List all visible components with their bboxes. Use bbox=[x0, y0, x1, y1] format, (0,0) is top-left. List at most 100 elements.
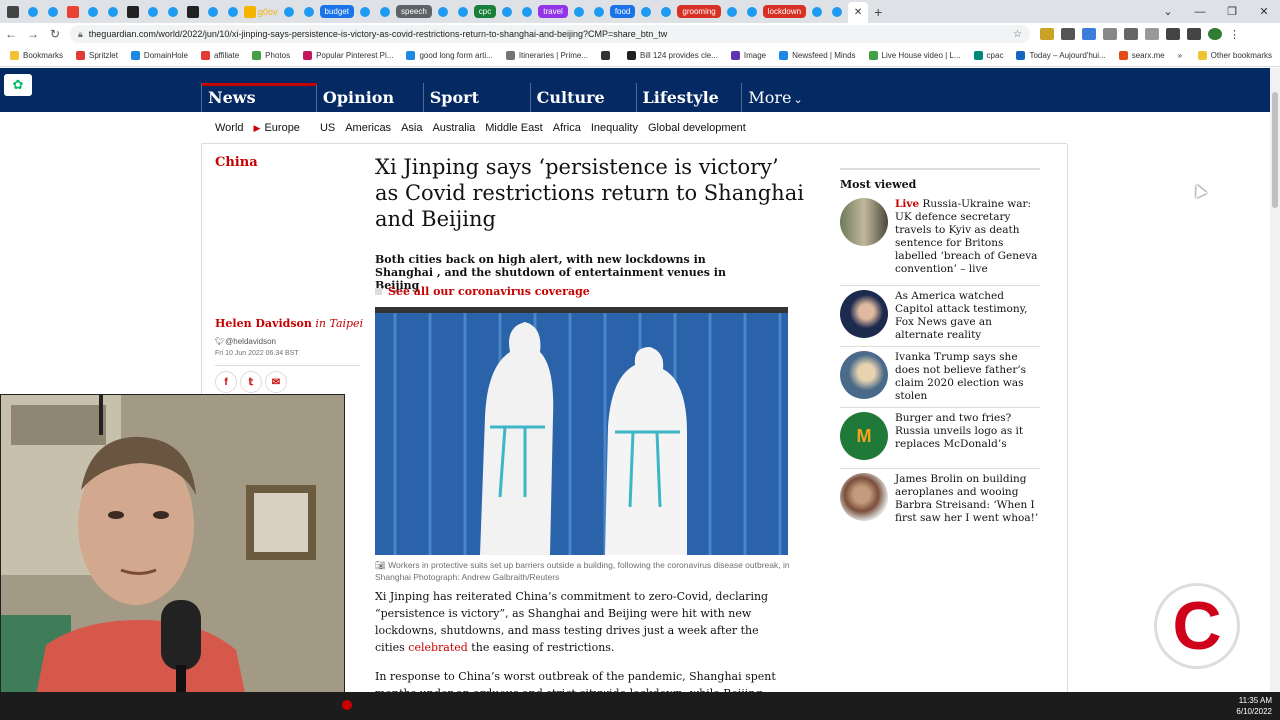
subnav-americas[interactable]: Americas bbox=[345, 122, 391, 134]
celebrated-link[interactable]: celebrated bbox=[408, 641, 468, 654]
extension-icon[interactable] bbox=[1103, 28, 1117, 40]
close-icon[interactable]: ✕ bbox=[1248, 5, 1280, 18]
scrollbar[interactable] bbox=[1270, 68, 1280, 692]
browser-tab[interactable] bbox=[64, 3, 82, 21]
bookmark-item[interactable]: Spritzlet bbox=[76, 51, 118, 60]
browser-tab[interactable] bbox=[44, 3, 62, 21]
browser-tab[interactable] bbox=[570, 3, 588, 21]
bookmark-item[interactable]: Photos bbox=[252, 51, 290, 60]
twitter-icon[interactable]: 𝕥 bbox=[240, 371, 262, 393]
bookmark-item[interactable]: Today – Aujourd'hui... bbox=[1016, 51, 1106, 60]
twitter-handle[interactable]: 🐦︎@heldavidson bbox=[215, 337, 276, 346]
browser-tab[interactable] bbox=[356, 3, 374, 21]
browser-tab[interactable] bbox=[300, 3, 318, 21]
restore-icon[interactable]: ❐ bbox=[1216, 5, 1248, 18]
browser-tab[interactable] bbox=[743, 3, 761, 21]
browser-tab[interactable] bbox=[828, 3, 846, 21]
browser-tab[interactable] bbox=[184, 3, 202, 21]
subnav-europe[interactable]: ▶ Europe bbox=[254, 122, 310, 134]
author-link[interactable]: Helen Davidson bbox=[215, 317, 312, 330]
browser-tab[interactable] bbox=[204, 3, 222, 21]
active-tab[interactable]: ✕ bbox=[848, 2, 869, 23]
pillar-opinion[interactable]: Opinion bbox=[317, 83, 424, 112]
bookmark-item[interactable]: DomainHole bbox=[130, 51, 188, 60]
browser-tab[interactable] bbox=[164, 3, 182, 21]
email-icon[interactable]: ✉ bbox=[265, 371, 287, 393]
extension-badge-icon[interactable]: ✿ bbox=[4, 74, 32, 96]
browser-tab[interactable] bbox=[454, 3, 472, 21]
browser-tab[interactable] bbox=[24, 3, 42, 21]
system-clock[interactable]: 11:35 AM 6/10/2022 bbox=[1236, 695, 1272, 717]
pillar-culture[interactable]: Culture bbox=[531, 83, 637, 112]
browser-tab[interactable]: lockdown bbox=[762, 5, 807, 18]
most-viewed-item[interactable]: As America watched Capitol attack testim… bbox=[840, 285, 1040, 342]
subnav-africa[interactable]: Africa bbox=[553, 122, 581, 134]
browser-tab[interactable] bbox=[104, 3, 122, 21]
coverage-link[interactable]: See all our coronavirus coverage bbox=[375, 285, 590, 298]
facebook-icon[interactable]: f bbox=[215, 371, 237, 393]
chevron-right-icon[interactable]: » bbox=[1178, 51, 1182, 60]
bookmark-item[interactable]: Itineraries | Prime... bbox=[505, 51, 588, 60]
browser-tab[interactable] bbox=[434, 3, 452, 21]
browser-tab[interactable]: speech bbox=[396, 5, 432, 18]
bookmark-item[interactable]: Bookmarks bbox=[10, 51, 63, 60]
browser-tab[interactable] bbox=[498, 3, 516, 21]
bookmark-item[interactable]: Newsfeed | Minds bbox=[779, 51, 856, 60]
subnav-australia[interactable]: Australia bbox=[432, 122, 475, 134]
new-tab-button[interactable]: + bbox=[874, 4, 882, 20]
browser-tab[interactable]: budget bbox=[319, 5, 354, 18]
extension-icon[interactable] bbox=[1145, 28, 1159, 40]
subnav-inequality[interactable]: Inequality bbox=[591, 122, 638, 134]
recording-icon[interactable] bbox=[342, 700, 352, 710]
puzzle-icon[interactable] bbox=[1166, 28, 1180, 40]
bookmark-item[interactable]: Popular Pinterest Pi... bbox=[303, 51, 393, 60]
lock-icon[interactable]: 🔒︎ bbox=[78, 29, 83, 40]
browser-tab[interactable] bbox=[4, 3, 22, 21]
browser-tab[interactable] bbox=[637, 3, 655, 21]
bookmark-item[interactable]: good long form arti... bbox=[406, 51, 493, 60]
browser-tab[interactable] bbox=[657, 3, 675, 21]
browser-tab[interactable]: grooming bbox=[677, 5, 721, 18]
extension-icon[interactable] bbox=[1061, 28, 1075, 40]
browser-tab[interactable]: food bbox=[609, 5, 636, 18]
sidepanel-icon[interactable] bbox=[1187, 28, 1201, 40]
bookmark-item[interactable] bbox=[601, 51, 614, 60]
browser-tab[interactable] bbox=[590, 3, 608, 21]
browser-tab[interactable] bbox=[124, 3, 142, 21]
browser-tab[interactable] bbox=[84, 3, 102, 21]
browser-tab[interactable] bbox=[224, 3, 242, 21]
browser-tab[interactable] bbox=[280, 3, 298, 21]
browser-tab[interactable] bbox=[518, 3, 536, 21]
chevron-down-icon[interactable]: ⌄ bbox=[1152, 5, 1184, 18]
scrollbar-thumb[interactable] bbox=[1272, 92, 1278, 208]
menu-icon[interactable]: ⋮ bbox=[1229, 28, 1240, 41]
pillar-sport[interactable]: Sport bbox=[424, 83, 531, 112]
bookmark-item[interactable]: cpac bbox=[973, 51, 1003, 60]
most-viewed-item[interactable]: Ivanka Trump says she does not believe f… bbox=[840, 346, 1040, 403]
bookmark-item[interactable]: Live House video | L... bbox=[868, 51, 961, 60]
pillar-lifestyle[interactable]: Lifestyle bbox=[637, 83, 743, 112]
browser-tab[interactable] bbox=[808, 3, 826, 21]
minimize-icon[interactable]: — bbox=[1184, 6, 1216, 18]
back-icon[interactable]: ← bbox=[0, 27, 22, 41]
other-bookmarks[interactable]: Other bookmarks bbox=[1197, 51, 1272, 60]
browser-tab[interactable]: travel bbox=[538, 5, 568, 18]
subnav-us[interactable]: US bbox=[320, 122, 335, 134]
extension-icon[interactable] bbox=[1124, 28, 1138, 40]
bookmark-item[interactable]: Bill 124 provides cle... bbox=[627, 51, 718, 60]
extension-icon[interactable] bbox=[1082, 28, 1096, 40]
subnav-asia[interactable]: Asia bbox=[401, 122, 422, 134]
reload-icon[interactable]: ↻ bbox=[44, 27, 66, 41]
profile-icon[interactable] bbox=[1208, 28, 1222, 40]
browser-tab[interactable] bbox=[144, 3, 162, 21]
most-viewed-item[interactable]: M Burger and two fries? Russia unveils l… bbox=[840, 407, 1040, 460]
most-viewed-item[interactable]: James Brolin on building aeroplanes and … bbox=[840, 468, 1040, 525]
bookmark-item[interactable]: affiliate bbox=[200, 51, 239, 60]
forward-icon[interactable]: → bbox=[22, 27, 44, 41]
star-icon[interactable]: ☆ bbox=[1013, 29, 1022, 40]
pillar-news[interactable]: News bbox=[202, 83, 317, 112]
browser-tab[interactable]: cpc bbox=[473, 5, 497, 18]
browser-tab[interactable] bbox=[376, 3, 394, 21]
subnav-world[interactable]: World bbox=[215, 122, 244, 134]
browser-tab[interactable] bbox=[723, 3, 741, 21]
